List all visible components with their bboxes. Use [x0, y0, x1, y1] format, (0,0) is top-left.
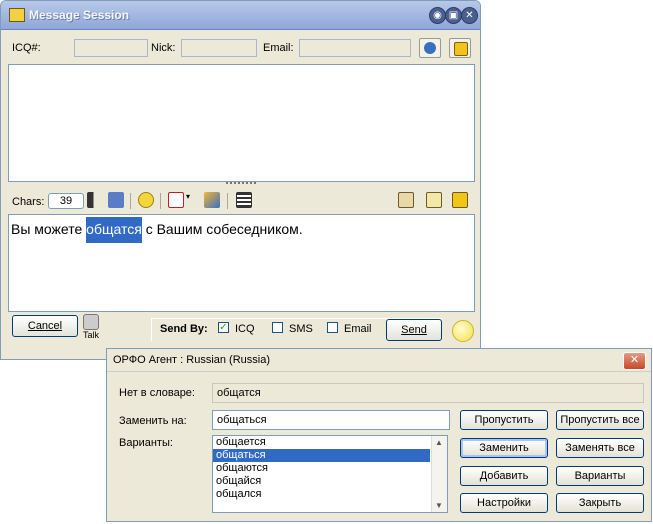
replace-with-label: Заменить на: [119, 415, 187, 427]
not-in-dictionary-field: общатся [212, 383, 644, 403]
table-icon[interactable] [236, 192, 252, 208]
skip-all-button[interactable]: Пропустить все [556, 410, 644, 430]
title-bar[interactable]: Message Session ◉ ▣ ✕ [1, 1, 480, 30]
icq-app-icon [9, 8, 25, 22]
window-title: Message Session [29, 8, 130, 22]
nick-field [181, 39, 257, 57]
splitter-handle[interactable] [226, 182, 256, 188]
talk-label: Talk [82, 330, 99, 340]
maximize-button[interactable]: ▣ [445, 7, 462, 24]
send-button[interactable]: Send [386, 319, 442, 341]
info-icon [454, 42, 468, 56]
add-button[interactable]: Добавить [460, 466, 548, 486]
toolbar-divider [130, 193, 131, 209]
minimize-button[interactable]: ◉ [429, 7, 446, 24]
chevron-down-icon[interactable]: ▾ [186, 192, 194, 208]
variants-button[interactable]: Варианты [556, 466, 644, 486]
smiley-icon[interactable] [138, 192, 154, 208]
talk-icon [83, 314, 99, 330]
dialog-close-button[interactable]: ✕ [623, 352, 646, 370]
sms-checkbox[interactable] [272, 322, 283, 333]
user-info-button[interactable] [449, 38, 471, 58]
chars-label: Chars: [12, 196, 45, 208]
cancel-button[interactable]: Cancel [12, 315, 78, 337]
list-item[interactable]: общается [213, 436, 430, 449]
chars-counter: 39 [48, 193, 84, 209]
speaker-icon[interactable] [87, 192, 103, 208]
color-fill-icon[interactable] [204, 192, 220, 208]
email-option-label: Email [344, 323, 372, 335]
message-text-after: с Вашим собеседником. [141, 221, 303, 237]
message-input[interactable]: Вы можете общатся с Вашим собеседником. [8, 214, 475, 312]
close-dialog-button[interactable]: Закрыть [556, 493, 644, 513]
icq-number-field [74, 39, 148, 57]
replace-with-input[interactable]: общаться [212, 410, 450, 430]
toolbar-divider [160, 193, 161, 209]
spellcheck-icon[interactable] [108, 192, 124, 208]
email-checkbox[interactable] [327, 322, 338, 333]
scroll-down-icon[interactable]: ▼ [435, 501, 443, 510]
icq-option-label: ICQ [235, 323, 255, 335]
bottom-bar: Cancel Talk Send By: ✓ ICQ SMS Email Sen… [8, 313, 475, 343]
icq-number-label: ICQ#: [12, 42, 41, 54]
talk-button[interactable]: Talk [81, 314, 101, 342]
skip-button[interactable]: Пропустить [460, 410, 548, 430]
email-field [299, 39, 411, 57]
list-item[interactable]: общаются [213, 462, 430, 475]
toolbar-divider [227, 193, 228, 209]
variants-list[interactable]: общается общаться общаются общайся общал… [212, 435, 448, 513]
history-icon[interactable] [452, 192, 468, 208]
settings-button[interactable]: Настройки [460, 493, 548, 513]
misspelled-word: общатся [86, 217, 142, 243]
variants-scrollbar[interactable]: ▲ ▼ [431, 436, 447, 512]
message-session-window: Message Session ◉ ▣ ✕ ICQ#: Nick: Email:… [0, 0, 481, 360]
not-in-dictionary-label: Нет в словаре: [119, 387, 195, 399]
icq-checkbox[interactable]: ✓ [218, 322, 229, 333]
message-text-before: Вы можете [11, 221, 87, 237]
dialog-title-bar[interactable]: ОРФО Агент : Russian (Russia) ✕ [107, 349, 651, 372]
replace-button[interactable]: Заменить [460, 438, 548, 458]
spellcheck-dialog: ОРФО Агент : Russian (Russia) ✕ Нет в сл… [106, 348, 652, 522]
contact-card-icon[interactable] [398, 192, 414, 208]
list-item-selected[interactable]: общаться [213, 449, 430, 462]
list-item[interactable]: общался [213, 488, 430, 501]
variants-label: Варианты: [119, 437, 173, 449]
email-label: Email: [263, 42, 294, 54]
users-icon [424, 42, 436, 54]
send-by-label: Send By: [160, 323, 208, 335]
scroll-up-icon[interactable]: ▲ [435, 438, 443, 447]
sms-option-label: SMS [289, 323, 313, 335]
close-button[interactable]: ✕ [461, 7, 478, 24]
list-item[interactable]: общайся [213, 475, 430, 488]
font-icon[interactable] [168, 192, 184, 208]
nick-label: Nick: [151, 42, 176, 54]
message-toolbar: Chars: 39 ▾ [8, 190, 475, 212]
replace-all-button[interactable]: Заменять все [556, 438, 644, 458]
message-history[interactable] [8, 64, 475, 182]
window-icon[interactable] [426, 192, 442, 208]
status-indicator [452, 320, 474, 342]
user-search-button[interactable] [419, 38, 441, 58]
dialog-title: ОРФО Агент : Russian (Russia) [113, 354, 270, 366]
